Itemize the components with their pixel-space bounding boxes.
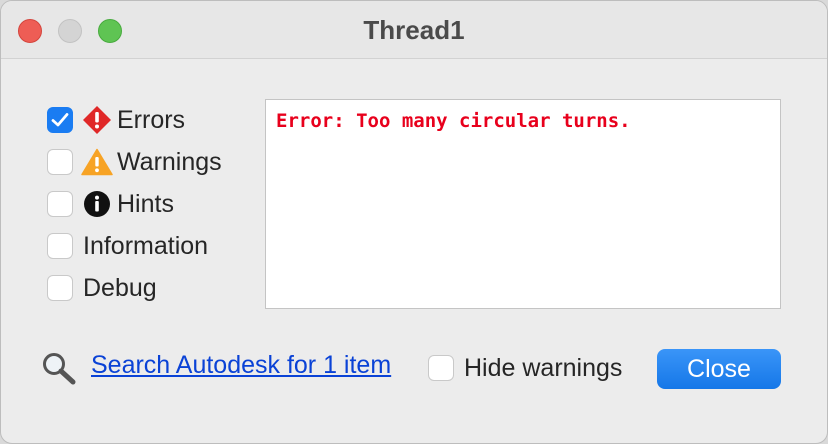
filter-warnings[interactable]: Warnings bbox=[47, 147, 222, 177]
hints-checkbox[interactable] bbox=[47, 191, 73, 217]
information-checkbox[interactable] bbox=[47, 233, 73, 259]
warning-triangle-icon bbox=[81, 147, 113, 177]
search-autodesk-link[interactable]: Search Autodesk for 1 item bbox=[91, 351, 391, 380]
filter-label-errors: Errors bbox=[117, 105, 186, 134]
close-button[interactable]: Close bbox=[657, 349, 781, 389]
filter-label-hints: Hints bbox=[117, 189, 174, 218]
filter-debug[interactable]: Debug bbox=[47, 273, 157, 303]
magnifier-icon bbox=[41, 351, 77, 385]
hide-warnings-toggle[interactable]: Hide warnings bbox=[428, 353, 622, 383]
hide-warnings-label: Hide warnings bbox=[464, 353, 623, 382]
warnings-checkbox[interactable] bbox=[47, 149, 73, 175]
window-title: Thread1 bbox=[363, 15, 465, 45]
filter-hints[interactable]: Hints bbox=[47, 189, 174, 219]
message-log[interactable]: Error: Too many circular turns. bbox=[265, 99, 781, 309]
checkmark-icon bbox=[51, 113, 69, 127]
hide-warnings-checkbox[interactable] bbox=[428, 355, 454, 381]
log-line: Error: Too many circular turns. bbox=[276, 110, 631, 132]
filter-label-warnings: Warnings bbox=[117, 147, 222, 176]
title-bar[interactable]: Thread1 bbox=[1, 1, 827, 59]
filter-label-information: Information bbox=[83, 231, 209, 260]
errors-checkbox[interactable] bbox=[47, 107, 73, 133]
filter-information[interactable]: Information bbox=[47, 231, 208, 261]
debug-checkbox[interactable] bbox=[47, 275, 73, 301]
dialog-window: Thread1 Errors Warnings Hints Informatio… bbox=[0, 0, 828, 444]
error-diamond-icon bbox=[81, 105, 113, 135]
info-circle-icon bbox=[81, 189, 113, 219]
filter-errors[interactable]: Errors bbox=[47, 105, 185, 135]
filter-label-debug: Debug bbox=[83, 273, 157, 302]
